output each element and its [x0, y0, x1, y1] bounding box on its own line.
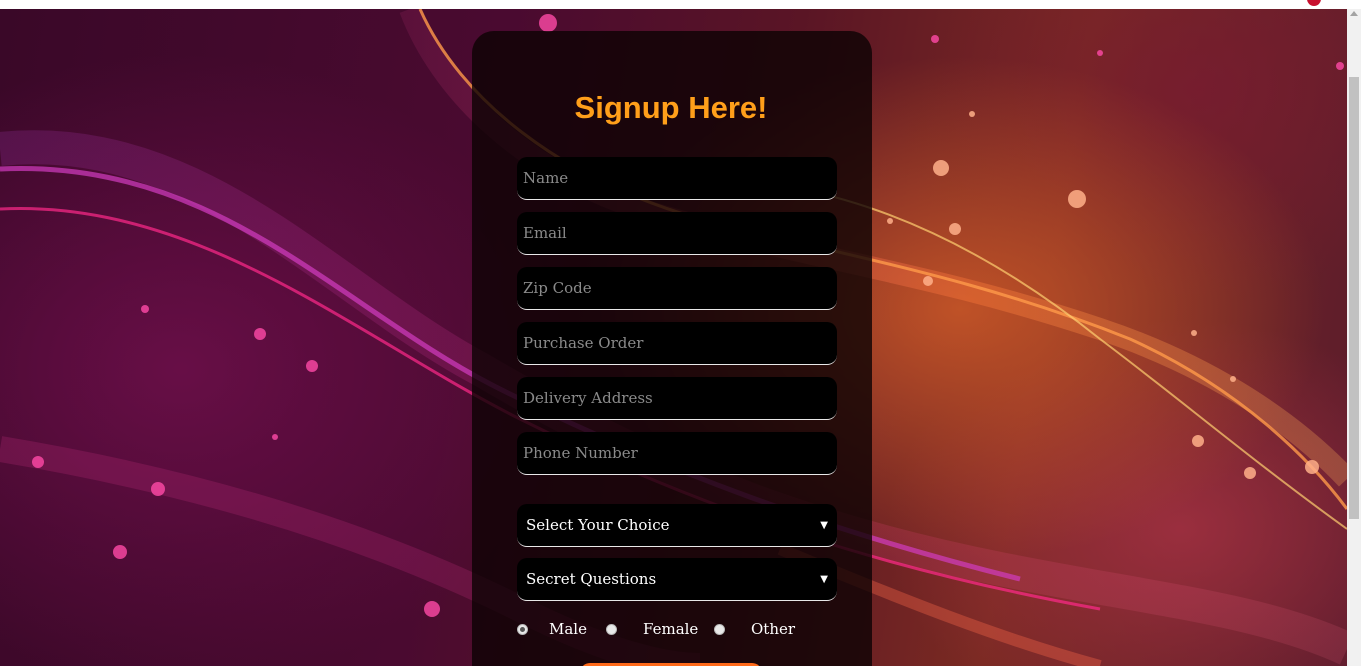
page-scrollbar[interactable] [1347, 9, 1361, 666]
radio-male[interactable] [517, 623, 528, 635]
choice-select[interactable]: Select Your Choice ▼ [517, 504, 837, 547]
gender-option-female[interactable]: Female [606, 620, 698, 638]
scroll-up-icon[interactable] [1350, 11, 1358, 16]
zip-code-input[interactable] [517, 267, 837, 310]
gender-option-other[interactable]: Other [714, 620, 795, 638]
purchase-order-input[interactable] [517, 322, 837, 365]
radio-male-label: Male [549, 620, 587, 638]
secret-question-select[interactable]: Secret Questions ▼ [517, 558, 837, 601]
radio-female-label: Female [643, 620, 699, 638]
chevron-down-icon: ▼ [820, 573, 828, 585]
browser-corner-icon [1307, 0, 1321, 6]
secret-select-value: Secret Questions [526, 570, 657, 588]
scrollbar-thumb[interactable] [1349, 77, 1359, 519]
phone-number-input[interactable] [517, 432, 837, 475]
page-title: Signup Here! [574, 90, 768, 125]
radio-other-label: Other [751, 620, 796, 638]
radio-female[interactable] [606, 623, 617, 635]
delivery-address-input[interactable] [517, 377, 837, 420]
chevron-down-icon: ▼ [820, 519, 828, 531]
gender-option-male[interactable]: Male [517, 620, 587, 638]
radio-other[interactable] [714, 623, 725, 635]
name-input[interactable] [517, 157, 837, 200]
email-input[interactable] [517, 212, 837, 255]
choice-select-value: Select Your Choice [526, 516, 670, 534]
